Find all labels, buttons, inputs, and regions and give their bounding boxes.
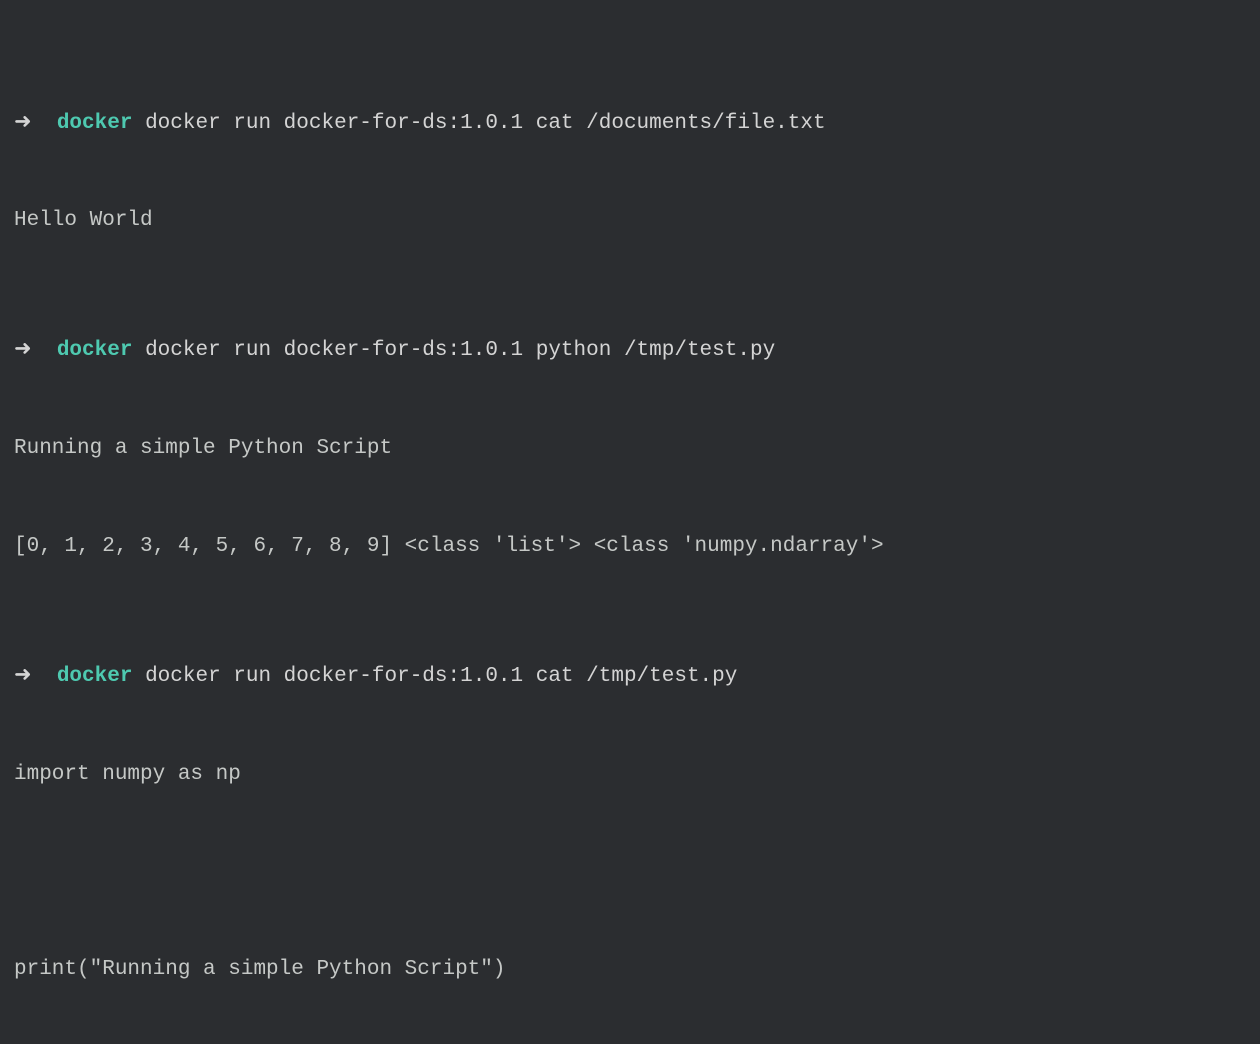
output-line xyxy=(14,856,1246,889)
prompt-arrow-icon: ➜ xyxy=(14,665,32,688)
prompt-context: docker xyxy=(57,112,133,135)
prompt-context: docker xyxy=(57,339,133,362)
prompt-context: docker xyxy=(57,665,133,688)
command-text: docker run docker-for-ds:1.0.1 cat /tmp/… xyxy=(145,665,737,688)
output-line: Hello World xyxy=(14,205,1246,238)
output-line: [0, 1, 2, 3, 4, 5, 6, 7, 8, 9] <class 'l… xyxy=(14,531,1246,564)
command-text: docker run docker-for-ds:1.0.1 cat /docu… xyxy=(145,112,826,135)
prompt-arrow-icon: ➜ xyxy=(14,112,32,135)
prompt-line: ➜ docker docker run docker-for-ds:1.0.1 … xyxy=(14,108,1246,141)
output-line: Running a simple Python Script xyxy=(14,433,1246,466)
prompt-arrow-icon: ➜ xyxy=(14,339,32,362)
prompt-line: ➜ docker docker run docker-for-ds:1.0.1 … xyxy=(14,335,1246,368)
command-text: docker run docker-for-ds:1.0.1 python /t… xyxy=(145,339,775,362)
prompt-line: ➜ docker docker run docker-for-ds:1.0.1 … xyxy=(14,661,1246,694)
terminal-output[interactable]: ➜ docker docker run docker-for-ds:1.0.1 … xyxy=(14,10,1246,1044)
output-line: import numpy as np xyxy=(14,759,1246,792)
output-line: print("Running a simple Python Script") xyxy=(14,954,1246,987)
